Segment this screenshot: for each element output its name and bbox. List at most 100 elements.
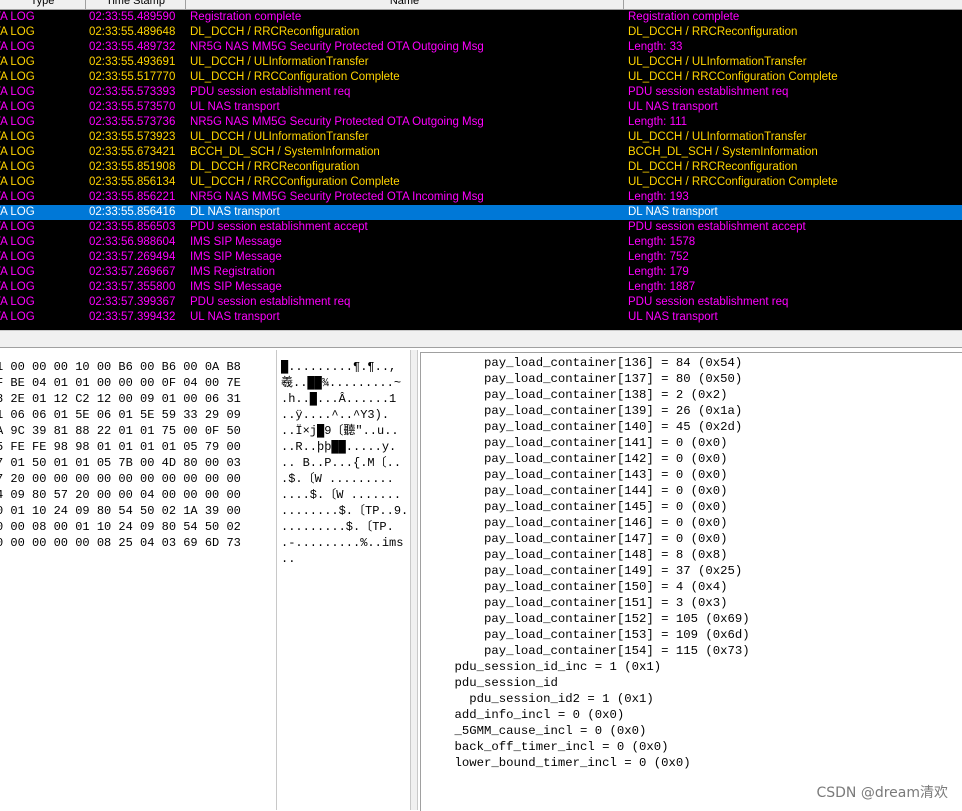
decode-tree-line[interactable]: pay_load_container[150] = 4 (0x4) — [425, 579, 750, 595]
log-row[interactable]: TA LOG 02:33:57.399432 UL NAS transport UL … — [0, 310, 962, 325]
log-row[interactable]: TA LOG 02:33:57.269667 IMS Registration Len… — [0, 265, 962, 280]
log-row-description: Length: 193 — [628, 191, 689, 203]
hex-scrollbar[interactable] — [410, 350, 418, 810]
log-row[interactable]: TA LOG 02:33:55.517770 UL_DCCH / RRCConfig… — [0, 70, 962, 85]
log-row[interactable]: TA LOG 02:33:55.573393 PDU session establi… — [0, 85, 962, 100]
log-row-description: DL NAS transport — [628, 206, 718, 218]
hex-line: 7 01 50 01 01 05 7B 00 4D 80 00 03 — [0, 456, 241, 470]
log-row-description: Length: 33 — [628, 41, 683, 53]
column-header-name[interactable]: Name — [186, 0, 624, 9]
hex-line: 1 06 06 01 5E 06 01 5E 59 33 29 09 — [0, 408, 241, 422]
decode-tree-line[interactable]: pay_load_container[136] = 84 (0x54) — [425, 355, 750, 371]
decode-tree-line[interactable]: pay_load_container[153] = 109 (0x6d) — [425, 627, 750, 643]
decode-tree-line[interactable]: pay_load_container[138] = 2 (0x2) — [425, 387, 750, 403]
log-row-name: PDU session establishment req — [190, 86, 351, 98]
log-row[interactable]: TA LOG 02:33:55.856503 PDU session establi… — [0, 220, 962, 235]
log-row-description: Registration complete — [628, 11, 740, 23]
decode-tree-line[interactable]: pay_load_container[147] = 0 (0x0) — [425, 531, 750, 547]
log-row[interactable]: TA LOG 02:33:55.489648 DL_DCCH / RRCReconf… — [0, 25, 962, 40]
decode-tree-line[interactable]: pay_load_container[151] = 3 (0x3) — [425, 595, 750, 611]
log-row-timestamp: 02:33:55.856503 — [89, 221, 176, 233]
decode-tree-line[interactable]: back_off_timer_incl = 0 (0x0) — [425, 739, 750, 755]
log-row[interactable]: TA LOG 02:33:55.851908 DL_DCCH / RRCReconf… — [0, 160, 962, 175]
log-row-description: UL_DCCH / RRCConfiguration Complete — [628, 176, 838, 188]
log-row-name: PDU session establishment accept — [190, 221, 368, 233]
log-row-type: TA LOG — [0, 251, 35, 263]
decode-tree-line[interactable]: pay_load_container[154] = 115 (0x73) — [425, 643, 750, 659]
log-row-name: UL_DCCH / ULInformationTransfer — [190, 131, 369, 143]
decode-tree-line[interactable]: pay_load_container[143] = 0 (0x0) — [425, 467, 750, 483]
decode-tree-line[interactable]: pay_load_container[149] = 37 (0x25) — [425, 563, 750, 579]
log-row-description: DL_DCCH / RRCReconfiguration — [628, 26, 798, 38]
decode-tree-line[interactable]: pay_load_container[148] = 8 (0x8) — [425, 547, 750, 563]
decode-tree-line[interactable]: lower_bound_timer_incl = 0 (0x0) — [425, 755, 750, 771]
log-row[interactable]: TA LOG 02:33:55.489732 NR5G NAS MM5G Secur… — [0, 40, 962, 55]
log-row[interactable]: TA LOG 02:33:57.355800 IMS SIP Message Leng… — [0, 280, 962, 295]
decode-tree-line[interactable]: pdu_session_id — [425, 675, 750, 691]
log-row[interactable]: TA LOG 02:33:57.399367 PDU session establi… — [0, 295, 962, 310]
log-row-name: UL_DCCH / RRCConfiguration Complete — [190, 176, 400, 188]
ascii-line: ..ÿ....^..^Y3). — [281, 408, 390, 422]
log-table[interactable]: Type Time Stamp Name TA LOG 02:33:55.4895… — [0, 0, 962, 330]
log-row-type: TA LOG — [0, 101, 35, 113]
decode-tree-line[interactable]: pay_load_container[139] = 26 (0x1a) — [425, 403, 750, 419]
decode-tree-line[interactable]: pdu_session_id_inc = 1 (0x1) — [425, 659, 750, 675]
decode-tree-line[interactable]: pay_load_container[137] = 80 (0x50) — [425, 371, 750, 387]
log-row-type: TA LOG — [0, 26, 35, 38]
log-row-name: PDU session establishment req — [190, 296, 351, 308]
hex-line: 4 09 80 57 20 00 00 04 00 00 00 00 — [0, 488, 241, 502]
log-row[interactable]: TA LOG 02:33:55.856134 UL_DCCH / RRCConfig… — [0, 175, 962, 190]
log-row[interactable]: TA LOG 02:33:55.856416 DL NAS transport DL … — [0, 205, 962, 220]
decode-tree-line[interactable]: _5GMM_cause_incl = 0 (0x0) — [425, 723, 750, 739]
log-row-timestamp: 02:33:55.673421 — [89, 146, 176, 158]
decode-tree-line[interactable]: pay_load_container[144] = 0 (0x0) — [425, 483, 750, 499]
column-header-type[interactable]: Type — [0, 0, 86, 9]
log-row[interactable]: TA LOG 02:33:55.573923 UL_DCCH / ULInforma… — [0, 130, 962, 145]
log-row-description: DL_DCCH / RRCReconfiguration — [628, 161, 798, 173]
log-row-type: TA LOG — [0, 161, 35, 173]
log-row-timestamp: 02:33:57.269667 — [89, 266, 176, 278]
ascii-line: .$.〔W ......... — [281, 472, 394, 486]
column-header-timestamp[interactable]: Time Stamp — [86, 0, 186, 9]
log-row-type: TA LOG — [0, 236, 35, 248]
decode-tree-line[interactable]: pay_load_container[152] = 105 (0x69) — [425, 611, 750, 627]
log-row-timestamp: 02:33:57.399367 — [89, 296, 176, 308]
log-row[interactable]: TA LOG 02:33:55.856221 NR5G NAS MM5G Secur… — [0, 190, 962, 205]
hex-line: 0 00 08 00 01 10 24 09 80 54 50 02 — [0, 520, 241, 534]
log-row[interactable]: TA LOG 02:33:57.269494 IMS SIP Message Leng… — [0, 250, 962, 265]
log-row-timestamp: 02:33:55.489732 — [89, 41, 176, 53]
log-row-timestamp: 02:33:55.517770 — [89, 71, 176, 83]
hex-line: 0 00 00 00 00 08 25 04 03 69 6D 73 — [0, 536, 241, 550]
decode-tree-line[interactable]: pay_load_container[140] = 45 (0x2d) — [425, 419, 750, 435]
log-row-timestamp: 02:33:57.269494 — [89, 251, 176, 263]
log-row-type: TA LOG — [0, 116, 35, 128]
ascii-line: .. B..P...{.M〔.. — [281, 456, 402, 470]
log-row[interactable]: TA LOG 02:33:56.988604 IMS SIP Message Leng… — [0, 235, 962, 250]
ascii-line: .........$.〔TP. — [281, 520, 394, 534]
watermark: CSDN @dream清欢 — [816, 785, 948, 801]
log-row-timestamp: 02:33:55.493691 — [89, 56, 176, 68]
log-row[interactable]: TA LOG 02:33:55.573736 NR5G NAS MM5G Secur… — [0, 115, 962, 130]
log-row-name: NR5G NAS MM5G Security Protected OTA Out… — [190, 116, 484, 128]
decode-tree-line[interactable]: pay_load_container[145] = 0 (0x0) — [425, 499, 750, 515]
decode-tree-line[interactable]: pay_load_container[142] = 0 (0x0) — [425, 451, 750, 467]
decode-tree-line[interactable]: pay_load_container[141] = 0 (0x0) — [425, 435, 750, 451]
log-row[interactable]: TA LOG 02:33:55.573570 UL NAS transport UL … — [0, 100, 962, 115]
decode-tree-pane[interactable]: pay_load_container[136] = 84 (0x54) pay_… — [420, 352, 962, 811]
decode-tree-line[interactable]: add_info_incl = 0 (0x0) — [425, 707, 750, 723]
log-row[interactable]: TA LOG 02:33:55.493691 UL_DCCH / ULInforma… — [0, 55, 962, 70]
ascii-line: .h..█...Â......1 — [281, 392, 397, 406]
log-row-description: BCCH_DL_SCH / SystemInformation — [628, 146, 818, 158]
log-row[interactable]: TA LOG 02:33:55.489590 Registration comple… — [0, 10, 962, 25]
decode-tree-line[interactable]: pdu_session_id2 = 1 (0x1) — [425, 691, 750, 707]
hex-line: 8 2E 01 12 C2 12 00 09 01 00 06 31 — [0, 392, 241, 406]
log-row-description: Length: 1578 — [628, 236, 696, 248]
ascii-line: .-.........%..ims — [281, 536, 404, 550]
decode-tree-line[interactable]: pay_load_container[146] = 0 (0x0) — [425, 515, 750, 531]
log-row[interactable]: TA LOG 02:33:55.673421 BCCH_DL_SCH / Syste… — [0, 145, 962, 160]
log-row-type: TA LOG — [0, 56, 35, 68]
ascii-dump-pane: █.........¶.¶.., 羲..██¾.........~ .h..█...… — [276, 350, 411, 810]
log-row-timestamp: 02:33:55.489590 — [89, 11, 176, 23]
ascii-line: ..Ï×j█9〔聽"..u.. — [281, 424, 399, 438]
pane-splitter[interactable] — [0, 330, 962, 348]
